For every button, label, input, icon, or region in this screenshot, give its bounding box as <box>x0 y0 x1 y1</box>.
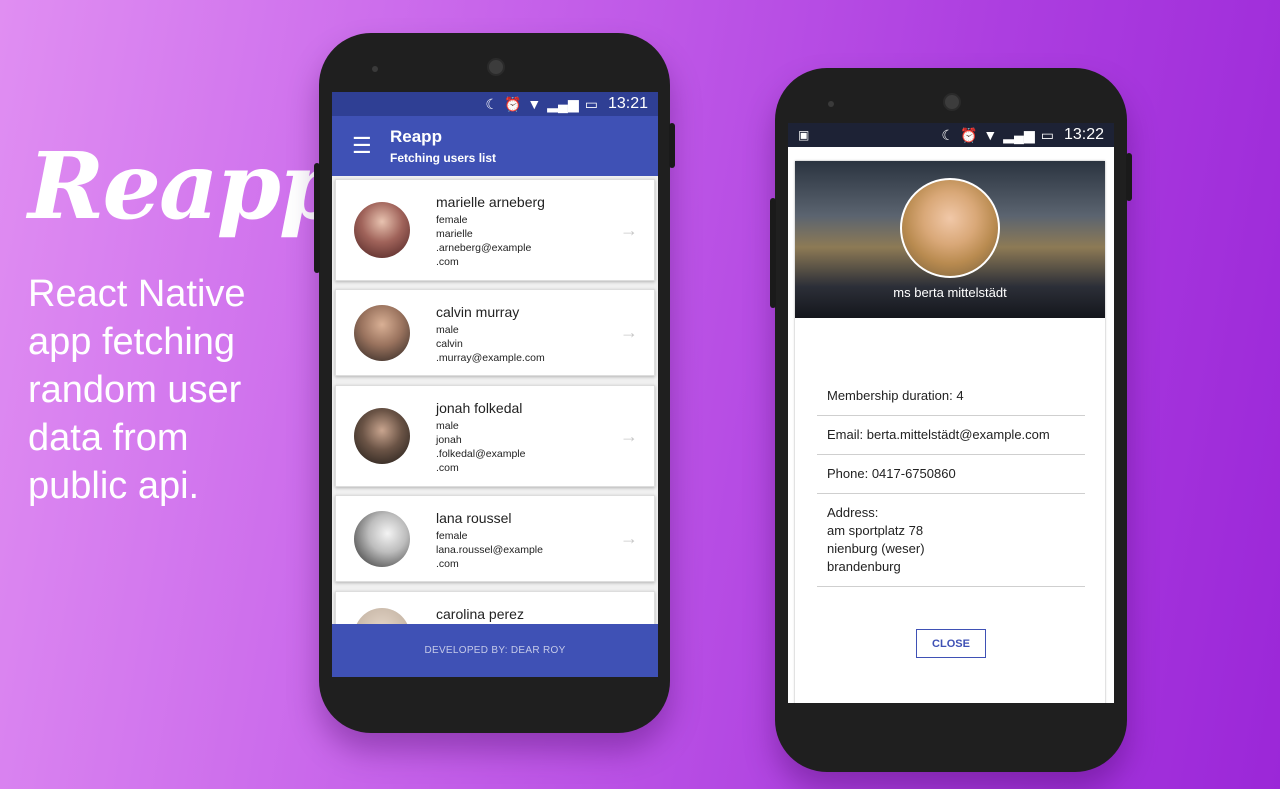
address-row: Address: am sportplatz 78 nienburg (wese… <box>817 494 1085 587</box>
sensor-dot <box>828 101 834 107</box>
user-detail: .folkedal@example <box>436 448 526 460</box>
user-name: marielle arneberg <box>436 194 545 210</box>
moon-icon: ☾ <box>485 96 498 112</box>
user-detail: .com <box>436 256 459 268</box>
user-name: calvin murray <box>436 304 520 320</box>
alarm-icon: ⏰ <box>503 96 522 112</box>
phone-row: Phone: 0417-6750860 <box>817 455 1085 494</box>
footer-credit: DEVELOPED BY: DEAR ROY <box>332 624 658 677</box>
app-toolbar: ☰ Reapp Fetching users list <box>332 116 658 176</box>
avatar <box>354 305 410 361</box>
screen-users-list: ☾ ⏰ ▼ ▂▄▆ ▭ 13:21 ☰ Reapp Fetching users… <box>332 92 658 677</box>
hamburger-icon[interactable]: ☰ <box>352 133 390 159</box>
signal-icon: ▂▄▆ <box>547 96 579 112</box>
user-detail: jonah <box>436 434 462 446</box>
phone-right: ▣ ☾ ⏰ ▼ ▂▄▆ ▭ 13:22 ms berta mittelstädt… <box>770 68 1132 772</box>
user-detail: marielle <box>436 228 473 240</box>
user-name: lana roussel <box>436 510 512 526</box>
toolbar-subtitle: Fetching users list <box>390 151 497 165</box>
alarm-icon: ⏰ <box>959 127 978 143</box>
user-card[interactable]: marielle arneberg female marielle .arneb… <box>335 179 655 281</box>
power-button <box>669 123 675 168</box>
user-detail: .com <box>436 558 459 570</box>
profile-name: ms berta mittelstädt <box>893 285 1007 300</box>
user-detail: female <box>436 530 468 542</box>
phone-left: ☾ ⏰ ▼ ▂▄▆ ▭ 13:21 ☰ Reapp Fetching users… <box>314 33 675 733</box>
close-button[interactable]: CLOSE <box>916 629 986 658</box>
toolbar-title: Reapp <box>390 127 442 146</box>
address-line: brandenburg <box>827 559 901 574</box>
user-detail: male <box>436 324 459 336</box>
promo-title: Reapp <box>28 132 343 240</box>
front-camera <box>943 93 961 111</box>
signal-icon: ▂▄▆ <box>1003 127 1035 143</box>
profile-avatar <box>900 178 1000 278</box>
sensor-dot <box>372 66 378 72</box>
volume-button <box>770 198 776 308</box>
address-line: nienburg (weser) <box>827 541 925 556</box>
detail-list: Membership duration: 4 Email: berta.mitt… <box>817 377 1085 587</box>
user-detail: .arneberg@example <box>436 242 532 254</box>
address-line: am sportplatz 78 <box>827 523 924 538</box>
status-bar: ☾ ⏰ ▼ ▂▄▆ ▭ 13:21 <box>332 92 658 116</box>
battery-icon: ▭ <box>584 96 598 112</box>
user-card[interactable]: jonah folkedal male jonah .folkedal@exam… <box>335 385 655 487</box>
arrow-right-icon[interactable]: → <box>620 220 638 241</box>
wifi-icon: ▼ <box>527 96 542 112</box>
user-card[interactable]: lana roussel female lana.roussel@example… <box>335 495 655 582</box>
address-label: Address: <box>827 505 879 520</box>
user-card[interactable]: calvin murray male calvin .murray@exampl… <box>335 289 655 376</box>
user-name: carolina perez <box>436 606 524 622</box>
battery-icon: ▭ <box>1040 127 1054 143</box>
power-button <box>1126 153 1132 201</box>
user-detail: female <box>436 214 468 226</box>
user-detail: .com <box>436 462 459 474</box>
status-time: 13:21 <box>607 95 648 112</box>
arrow-right-icon[interactable]: → <box>620 322 638 343</box>
wifi-icon: ▼ <box>983 127 998 143</box>
user-detail: calvin <box>436 338 463 350</box>
status-time: 13:22 <box>1063 126 1104 143</box>
arrow-right-icon[interactable]: → <box>620 528 638 549</box>
arrow-right-icon[interactable]: → <box>620 426 638 447</box>
avatar <box>354 408 410 464</box>
profile-header: ms berta mittelstädt <box>795 161 1105 318</box>
front-camera <box>487 58 505 76</box>
user-detail: .murray@example.com <box>436 352 545 364</box>
user-detail-modal: ms berta mittelstädt Membership duration… <box>795 161 1105 703</box>
screen-user-detail: ▣ ☾ ⏰ ▼ ▂▄▆ ▭ 13:22 ms berta mittelstädt… <box>788 123 1114 703</box>
status-bar: ▣ ☾ ⏰ ▼ ▂▄▆ ▭ 13:22 <box>788 123 1114 147</box>
moon-icon: ☾ <box>941 127 954 143</box>
user-detail: lana.roussel@example <box>436 544 543 556</box>
membership-row: Membership duration: 4 <box>817 377 1085 416</box>
user-name: jonah folkedal <box>436 400 523 416</box>
user-detail: male <box>436 420 459 432</box>
avatar <box>354 511 410 567</box>
image-notification-icon: ▣ <box>798 128 810 142</box>
avatar <box>354 202 410 258</box>
volume-button <box>314 163 320 273</box>
email-row: Email: berta.mittelstädt@example.com <box>817 416 1085 455</box>
promo-tagline: React Native app fetching random user da… <box>28 273 246 507</box>
